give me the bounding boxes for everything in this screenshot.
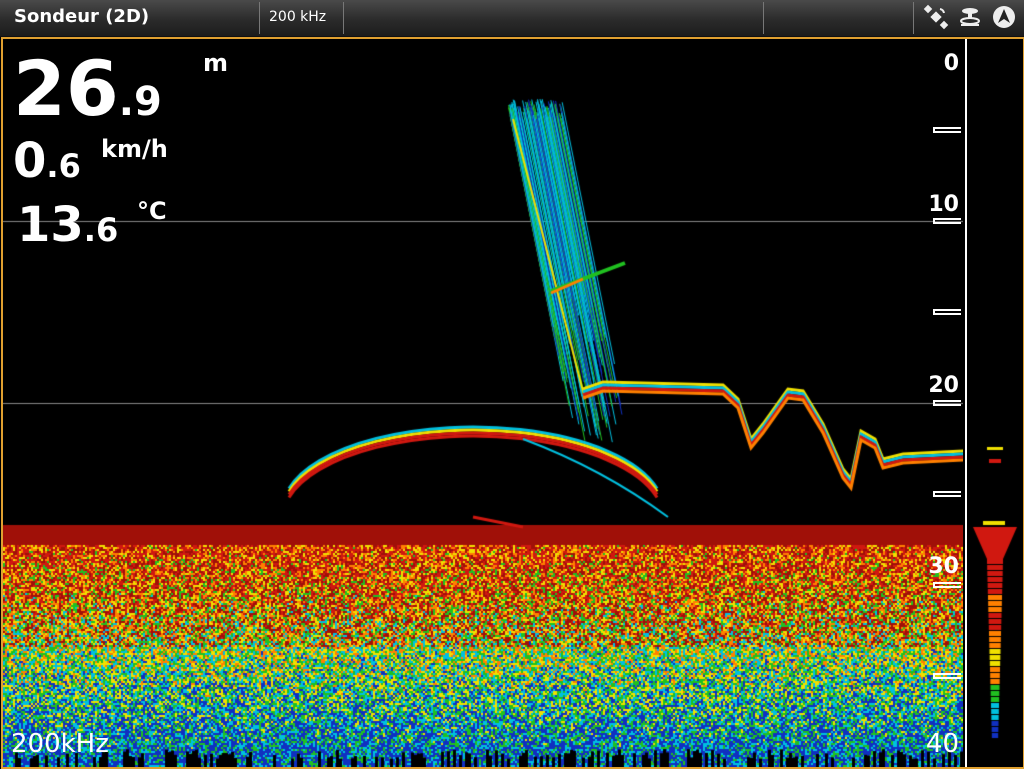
temperature-unit: °C xyxy=(137,197,167,225)
speed-value-int: 0 xyxy=(13,133,47,189)
frequency-tab[interactable]: 200 kHz xyxy=(269,9,326,25)
depth-scale-tick xyxy=(933,309,961,315)
a-scope-bar xyxy=(969,39,1023,767)
depth-value-dec: .9 xyxy=(118,79,162,125)
depth-scale-label: 30 xyxy=(928,554,959,580)
depth-scale-tick xyxy=(933,400,961,406)
temperature-value-int: 13 xyxy=(17,197,84,253)
temperature-value-dec: .6 xyxy=(83,211,119,249)
depth-scale-tick xyxy=(933,127,961,133)
speed-value-dec: .6 xyxy=(46,147,81,185)
depth-scale-tick xyxy=(933,673,961,679)
depth-scale-tick xyxy=(933,218,961,224)
sonar-icon[interactable] xyxy=(956,3,984,31)
temperature-readout: 13.6 xyxy=(17,201,118,249)
navigation-icon[interactable] xyxy=(990,3,1018,31)
satellite-icon[interactable] xyxy=(922,3,950,31)
depth-scale-tick xyxy=(933,582,961,588)
frequency-label: 200kHz xyxy=(11,729,109,759)
speed-readout: 0.6 xyxy=(13,137,81,185)
depth-scale-tick xyxy=(933,491,961,497)
depth-scale-label: 20 xyxy=(928,373,959,399)
separator xyxy=(259,2,260,34)
depth-scale-label: 0 xyxy=(943,51,959,76)
sonar-view[interactable]: 26.9 m 0.6 km/h 13.6 °C 200kHz 0 10 20 30 40 xyxy=(1,37,1024,769)
depth-value-int: 26 xyxy=(13,44,119,133)
depth-scale-line xyxy=(965,39,967,767)
depth-unit: m xyxy=(203,49,229,77)
depth-readout: 26.9 xyxy=(13,51,162,127)
separator xyxy=(763,2,764,34)
separator xyxy=(343,2,344,34)
depth-scale-label: 10 xyxy=(928,192,959,218)
status-icons xyxy=(922,3,1018,31)
separator xyxy=(913,2,914,34)
speed-unit: km/h xyxy=(101,135,168,163)
depth-scale-label: 40 xyxy=(925,729,959,759)
view-title[interactable]: Sondeur (2D) xyxy=(14,6,149,27)
top-status-bar: Sondeur (2D) 200 kHz xyxy=(0,0,1024,37)
